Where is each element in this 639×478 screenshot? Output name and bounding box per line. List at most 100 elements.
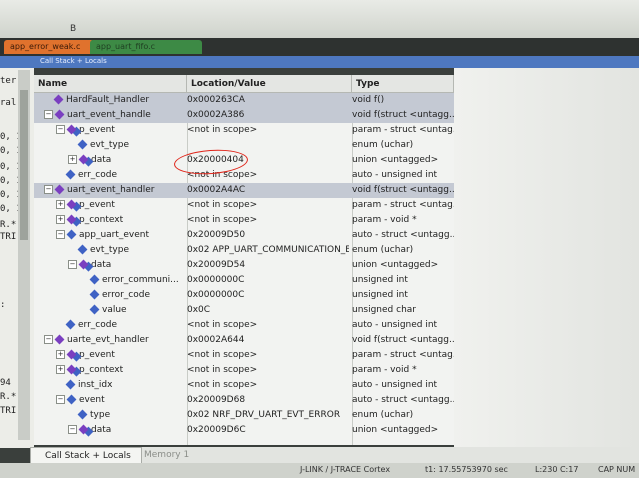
row-name-cell: + p_event: [34, 348, 206, 363]
struct-icon: [78, 259, 89, 270]
tab-memory-1[interactable]: Memory 1: [130, 447, 204, 463]
tab-app-uart-fifo[interactable]: app_uart_fifo.c: [90, 40, 202, 54]
stack-row[interactable]: − uart_event_handler 0x0002A4AC void f(stru…: [34, 183, 454, 198]
row-name: error_code: [102, 290, 150, 300]
stack-row[interactable]: evt_type enum (uchar): [34, 138, 454, 153]
expand-icon[interactable]: +: [56, 200, 65, 209]
status-position: L:230 C:17: [535, 465, 579, 474]
stack-row[interactable]: + p_context <not in scope> param - void *: [34, 213, 454, 228]
stack-row[interactable]: + p_event <not in scope> param - struct <un…: [34, 348, 454, 363]
row-name: p_context: [79, 365, 124, 375]
row-name-cell: + p_event: [34, 198, 206, 213]
function-icon: [54, 184, 65, 195]
row-name: p_event: [79, 125, 115, 135]
variable-icon: [77, 409, 88, 420]
collapse-icon[interactable]: −: [56, 230, 65, 239]
collapse-icon[interactable]: −: [44, 110, 53, 119]
row-name-cell: + p_context: [34, 213, 206, 228]
collapse-icon[interactable]: −: [44, 185, 53, 194]
tab-app-error-weak[interactable]: app_error_weak.c: [4, 40, 94, 54]
row-name: type: [90, 410, 111, 420]
function-icon: [53, 94, 64, 105]
panel-title-bar: Call Stack + Locals: [0, 56, 639, 68]
stack-row[interactable]: error_code 0x0000000C unsigned int: [34, 288, 454, 303]
right-blank-area: [454, 68, 639, 448]
row-name: error_communi...: [102, 275, 179, 285]
stack-row[interactable]: type 0x02 NRF_DRV_UART_EVT_ERROR enum (uch…: [34, 408, 454, 423]
stack-row[interactable]: + p_context <not in scope> param - void *: [34, 363, 454, 378]
variable-icon: [89, 274, 100, 285]
variable-icon: [77, 139, 88, 150]
stack-row[interactable]: value 0x0C unsigned char: [34, 303, 454, 318]
row-name: data: [91, 260, 112, 270]
column-header-name[interactable]: Name: [34, 75, 187, 93]
collapse-icon[interactable]: −: [56, 125, 65, 134]
stack-row[interactable]: − uarte_evt_handler 0x0002A644 void f(struc…: [34, 333, 454, 348]
row-type: param - void *: [352, 215, 417, 225]
collapse-icon[interactable]: −: [68, 260, 77, 269]
row-name: HardFault_Handler: [66, 95, 150, 105]
row-type: param - void *: [352, 365, 417, 375]
column-header-location[interactable]: Location/Value: [187, 75, 352, 93]
row-name: uarte_evt_handler: [67, 335, 149, 345]
row-name: evt_type: [90, 140, 129, 150]
row-type: union <untagged>: [352, 260, 439, 270]
stack-row[interactable]: evt_type 0x02 APP_UART_COMMUNICATION_ER..…: [34, 243, 454, 258]
struct-icon: [78, 154, 89, 165]
row-location-value: 0x0002A386: [187, 110, 245, 120]
variable-icon: [65, 379, 76, 390]
struct-icon: [78, 424, 89, 435]
row-location-value: 0x0002A644: [187, 335, 245, 345]
collapse-icon[interactable]: −: [68, 425, 77, 434]
call-stack-grid: Name Location/Value Type HardFault_Handl…: [34, 75, 454, 445]
row-type: auto - struct <untagg...: [352, 230, 454, 240]
stack-row[interactable]: err_code <not in scope> auto - unsigned in…: [34, 168, 454, 183]
column-header-type[interactable]: Type: [352, 75, 454, 93]
expand-icon[interactable]: +: [68, 155, 77, 164]
status-time: t1: 17.55753970 sec: [425, 465, 508, 474]
panel-title: Call Stack + Locals: [40, 57, 107, 65]
scrollbar-thumb[interactable]: [20, 90, 28, 240]
stack-row[interactable]: − data 0x20009D6C union <untagged>: [34, 423, 454, 438]
row-name: data: [91, 155, 112, 165]
stack-row[interactable]: + p_event <not in scope> param - struct <un…: [34, 198, 454, 213]
row-name-cell: inst_idx: [34, 378, 206, 393]
function-icon: [54, 334, 65, 345]
struct-icon: [66, 214, 77, 225]
stack-row[interactable]: − data 0x20009D54 union <untagged>: [34, 258, 454, 273]
collapse-icon[interactable]: −: [56, 395, 65, 404]
expand-icon[interactable]: +: [56, 350, 65, 359]
editor-line: TRI: [0, 406, 17, 416]
row-name-cell: − uarte_evt_handler: [34, 333, 194, 348]
row-type: union <untagged>: [352, 155, 439, 165]
expand-icon[interactable]: +: [56, 365, 65, 374]
row-location-value: 0x20009D6C: [187, 425, 246, 435]
collapse-icon[interactable]: −: [44, 335, 53, 344]
stack-row[interactable]: − uart_event_handle 0x0002A386 void f(struc…: [34, 108, 454, 123]
row-name: p_context: [79, 215, 124, 225]
vertical-scrollbar[interactable]: [18, 70, 30, 440]
row-location-value: 0x02 NRF_DRV_UART_EVT_ERROR: [187, 410, 341, 420]
row-location-value: 0x000263CA: [187, 95, 245, 105]
stack-row[interactable]: − app_uart_event 0x20009D50 auto - struct <…: [34, 228, 454, 243]
row-location-value: 0x20009D50: [187, 230, 246, 240]
row-type: void f(struct <untagg...: [352, 335, 454, 345]
top-letter: B: [70, 24, 77, 34]
stack-row[interactable]: err_code <not in scope> auto - unsigned in…: [34, 318, 454, 333]
stack-row[interactable]: error_communi... 0x0000000C unsigned int: [34, 273, 454, 288]
variable-icon: [66, 394, 77, 405]
row-type: unsigned int: [352, 275, 408, 285]
row-type: void f(): [352, 95, 385, 105]
expand-icon[interactable]: +: [56, 215, 65, 224]
row-type: param - struct <untag...: [352, 200, 454, 210]
row-name: p_event: [79, 200, 115, 210]
stack-row[interactable]: − event 0x20009D68 auto - struct <untagg...: [34, 393, 454, 408]
row-name-cell: − event: [34, 393, 206, 408]
row-location-value: <not in scope>: [187, 200, 258, 210]
row-type: auto - unsigned int: [352, 380, 438, 390]
function-icon: [54, 109, 65, 120]
stack-row[interactable]: inst_idx <not in scope> auto - unsigned in…: [34, 378, 454, 393]
row-name: inst_idx: [78, 380, 113, 390]
stack-row[interactable]: − p_event <not in scope> param - struct <un…: [34, 123, 454, 138]
stack-row[interactable]: HardFault_Handler 0x000263CA void f(): [34, 93, 454, 108]
